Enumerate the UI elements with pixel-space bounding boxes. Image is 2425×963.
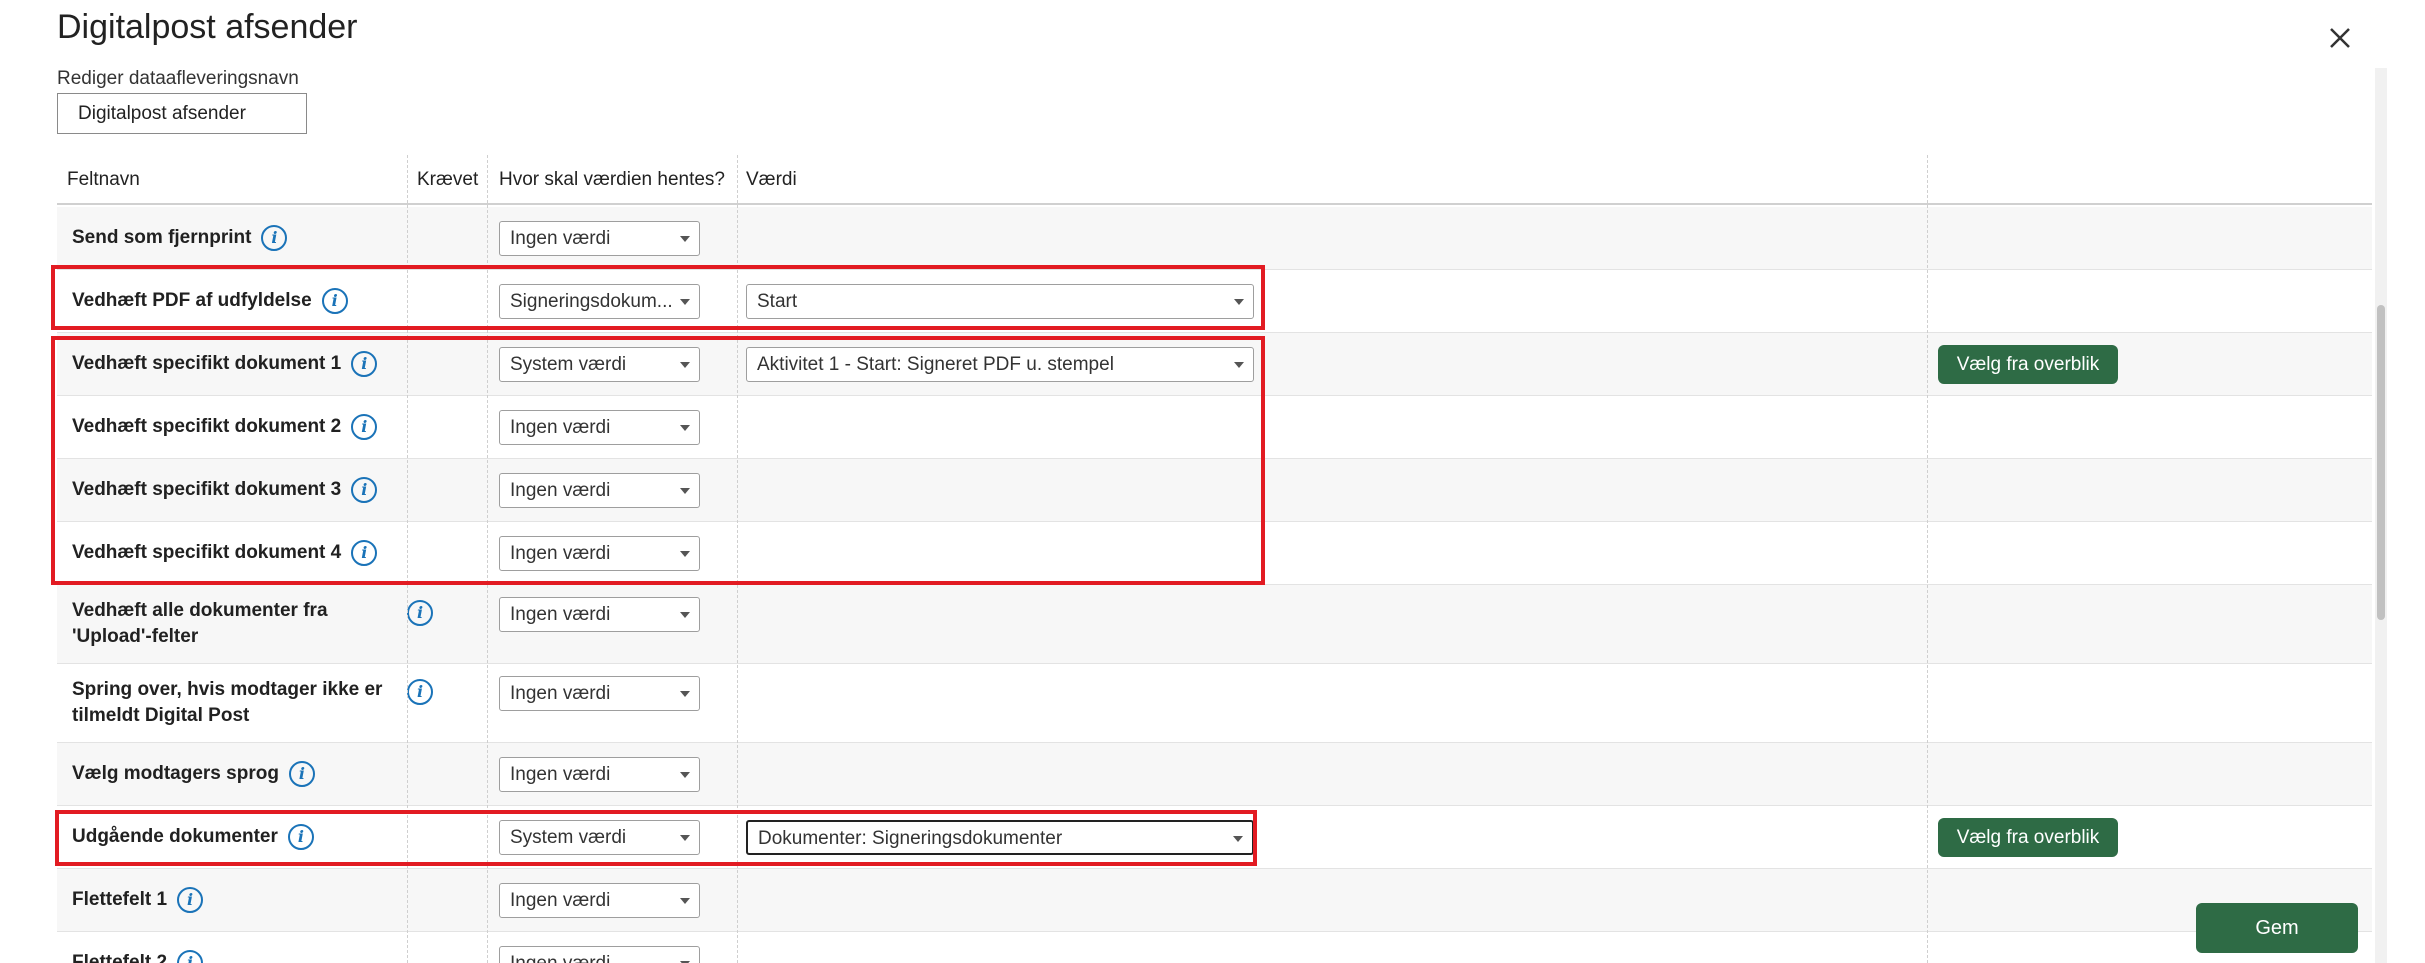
fields-table: Feltnavn Krævet Hvor skal værdien hentes… [57,155,2372,963]
source-select[interactable]: System værdi [499,347,700,382]
header-value: Værdi [746,169,797,190]
source-select[interactable]: Ingen værdi [499,536,700,571]
source-select[interactable]: Ingen værdi [499,473,700,508]
chevron-down-icon [680,551,690,557]
table-row: Vedhæft specifikt dokument 3i Ingen værd… [57,459,2372,522]
header-source: Hvor skal værdien hentes? [499,169,725,190]
info-icon[interactable]: i [407,679,433,705]
chevron-down-icon [680,691,690,697]
field-name: Vedhæft specifikt dokument 1i [72,351,378,377]
field-name: Vælg modtagers sprog i [72,761,315,787]
info-icon[interactable]: i [351,540,378,566]
table-row: Vedhæft PDF af udfyldelse i Signeringsdok… [57,270,2372,333]
info-icon[interactable]: i [351,477,378,503]
chevron-down-icon [680,362,690,368]
field-name: Spring over, hvis modtager ikke er tilme… [72,679,383,726]
chevron-down-icon [1233,836,1243,842]
scrollbar-thumb[interactable] [2377,305,2385,620]
source-select[interactable]: Ingen værdi [499,757,700,792]
info-icon[interactable]: i [261,225,288,251]
chevron-down-icon [680,488,690,494]
chevron-down-icon [680,299,690,305]
name-input[interactable] [57,93,307,134]
source-select[interactable]: Ingen værdi [499,676,700,711]
chevron-down-icon [680,835,690,841]
column-divider [407,155,408,963]
field-name: Flettefelt 2i [72,950,204,963]
value-select[interactable]: Dokumenter: Signeringsdokumenter [746,820,1254,855]
source-select[interactable]: Ingen værdi [499,221,700,256]
table-header: Feltnavn Krævet Hvor skal værdien hentes… [57,155,2372,205]
chevron-down-icon [680,612,690,618]
choose-from-overview-button[interactable]: Vælg fra overblik [1938,345,2118,384]
save-button[interactable]: Gem [2196,903,2358,953]
value-select[interactable]: Aktivitet 1 - Start: Signeret PDF u. ste… [746,347,1254,382]
table-row: Vedhæft specifikt dokument 2i Ingen værd… [57,396,2372,459]
column-divider [737,155,738,963]
table-row: Flettefelt 1i Ingen værdi [57,869,2372,932]
source-select[interactable]: Ingen værdi [499,410,700,445]
info-icon[interactable]: i [351,351,378,377]
field-name: Vedhæft specifikt dokument 3i [72,477,378,503]
table-row: Vedhæft specifikt dokument 1i System vær… [57,333,2372,396]
table-row: Vedhæft alle dokumenter fra 'Upload'-fel… [57,585,2372,664]
table-row: Vedhæft specifikt dokument 4i Ingen værd… [57,522,2372,585]
field-name: Vedhæft PDF af udfyldelse i [72,288,348,314]
info-icon[interactable]: i [407,600,433,626]
header-required: Krævet [417,169,479,190]
info-icon[interactable]: i [321,288,348,314]
chevron-down-icon [1234,362,1244,368]
choose-from-overview-button[interactable]: Vælg fra overblik [1938,818,2118,857]
info-icon[interactable]: i [287,824,314,850]
field-name: Send som fjernprint i [72,225,288,251]
table-row: Flettefelt 2i Ingen værdi [57,932,2372,963]
column-divider [487,155,488,963]
field-name: Vedhæft alle dokumenter fra 'Upload'-fel… [72,600,328,647]
table-row: Spring over, hvis modtager ikke er tilme… [57,664,2372,743]
chevron-down-icon [680,425,690,431]
header-fieldname: Feltnavn [67,169,140,190]
info-icon[interactable]: i [288,761,315,787]
source-select[interactable]: System værdi [499,820,700,855]
table-row: Vælg modtagers sprog i Ingen værdi [57,743,2372,806]
chevron-down-icon [680,898,690,904]
info-icon[interactable]: i [351,414,378,440]
field-name: Udgående dokumenter i [72,824,314,850]
source-select[interactable]: Ingen værdi [499,946,700,963]
field-name: Flettefelt 1i [72,887,204,913]
info-icon[interactable]: i [177,950,204,963]
field-name: Vedhæft specifikt dokument 4i [72,540,378,566]
field-name: Vedhæft specifikt dokument 2i [72,414,378,440]
info-icon[interactable]: i [177,887,204,913]
chevron-down-icon [680,772,690,778]
chevron-down-icon [680,236,690,242]
source-select[interactable]: Signeringsdokum... [499,284,700,319]
close-icon[interactable] [2322,20,2358,56]
value-select[interactable]: Start [746,284,1254,319]
source-select[interactable]: Ingen værdi [499,883,700,918]
chevron-down-icon [1234,299,1244,305]
table-row: Send som fjernprint i Ingen værdi [57,207,2372,270]
table-row: Udgående dokumenter i System værdi Dokume… [57,806,2372,869]
source-select[interactable]: Ingen værdi [499,597,700,632]
name-label: Rediger dataafleveringsnavn [57,68,299,89]
column-divider [1927,155,1928,963]
dialog-title: Digitalpost afsender [57,8,358,46]
